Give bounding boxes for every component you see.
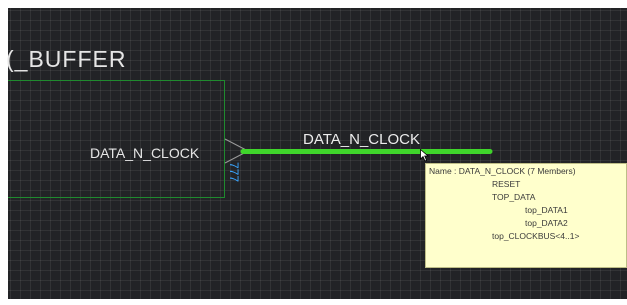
net-tooltip: Name : DATA_N_CLOCK (7 Members) RESET TO… (425, 163, 627, 268)
tooltip-member: RESET (492, 179, 521, 189)
tooltip-member: top_DATA2 (525, 218, 568, 228)
net-label[interactable]: DATA_N_CLOCK (303, 131, 420, 148)
schematic-canvas[interactable]: (_BUFFER DATA_N_CLOCK 777 DATA_N_CLOCK N… (0, 0, 627, 305)
tooltip-member: top_CLOCKBUS<4..1> (492, 231, 580, 241)
mouse-pointer-icon (420, 149, 429, 162)
tooltip-member: TOP_DATA (492, 192, 536, 202)
pin-number: 777 (227, 162, 241, 183)
tooltip-member: top_DATA1 (525, 205, 568, 215)
tooltip-name-line: Name : DATA_N_CLOCK (7 Members) (429, 166, 576, 176)
